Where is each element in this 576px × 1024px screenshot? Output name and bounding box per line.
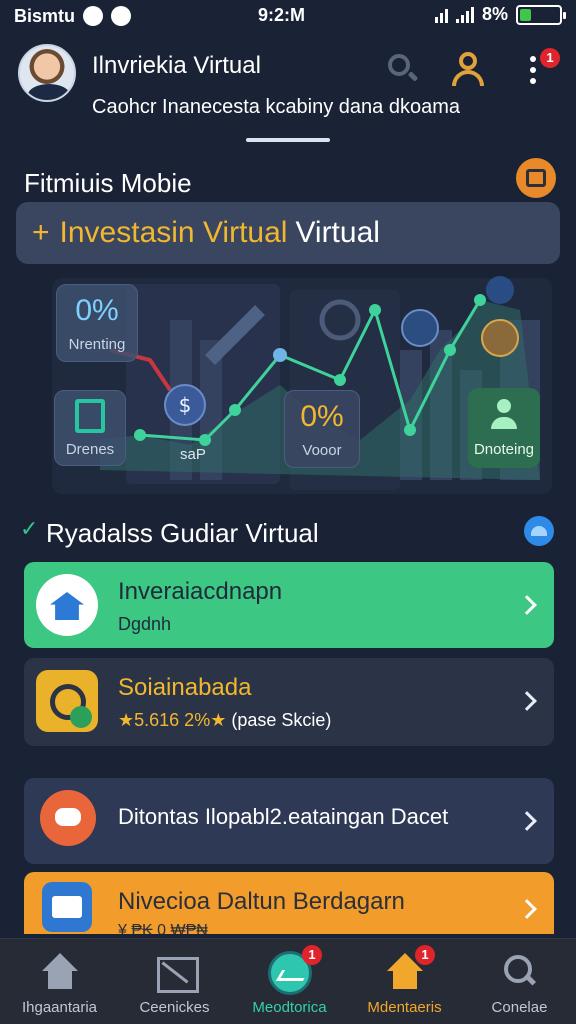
carrier-label: Bismtu bbox=[14, 5, 76, 26]
stat-tile-vooor: 0% Vooor bbox=[284, 390, 360, 468]
nav-monitor-badge: 1 bbox=[302, 945, 322, 965]
card-nivecioa[interactable]: Nivecioa Daltun Berdagarn ¥ ₱₭ 0 ₩₱₦ bbox=[24, 872, 554, 934]
nav-mentors-badge: 1 bbox=[415, 945, 435, 965]
header-divider bbox=[246, 138, 330, 142]
page-subtitle: Caohcr Inanecesta kcabiny dana dkoama bbox=[92, 96, 461, 118]
search-icon[interactable] bbox=[384, 50, 420, 86]
nav-item-services[interactable]: Ceenickes bbox=[117, 939, 232, 1024]
section-title-main: Fitmiuis Mobie bbox=[24, 168, 192, 198]
search-icon bbox=[498, 951, 542, 995]
card-investasi[interactable]: Inveraiacdnapn Dgdnh bbox=[24, 562, 554, 648]
notification-badge: 1 bbox=[540, 48, 560, 68]
stat-tile-dnoteing-label: Dnoteing bbox=[473, 440, 535, 458]
stat-tile-dnoteing: Dnoteing bbox=[468, 388, 540, 468]
envelope-icon bbox=[153, 951, 199, 995]
investment-illustration: $ 0% Nrenting Drenes saP 0% Vooor Dnotei… bbox=[40, 270, 560, 500]
stat-tile-drenes-label: Drenes bbox=[65, 440, 115, 458]
nav-item-monitor[interactable]: 1 Meodtorica bbox=[232, 939, 347, 1024]
chevron-right-icon bbox=[517, 595, 537, 615]
card-investasi-sub: Dgdnh bbox=[118, 614, 172, 634]
stat-tile-drenes: Drenes bbox=[54, 390, 126, 466]
nav-item-mentors[interactable]: 1 Mdentaeris bbox=[347, 939, 462, 1024]
card-rating[interactable]: Soiainabada ★5.616 2%★ (pase Skcie) bbox=[24, 658, 554, 746]
stat-tile-renting-value: 0% bbox=[75, 293, 119, 327]
info-icon[interactable] bbox=[524, 516, 554, 546]
card-rating-value: ★5.616 2%★ bbox=[118, 710, 227, 730]
card-nivecioa-sub: ¥ ₱₭ 0 ₩₱₦ bbox=[118, 922, 208, 934]
plus-icon: + bbox=[32, 216, 50, 249]
clock: 9:2:M bbox=[258, 5, 306, 25]
document-icon bbox=[42, 882, 92, 932]
invest-banner-accent: Investasin Virtual bbox=[59, 216, 288, 249]
status-bar: Bismtu 9:2:M 8% bbox=[0, 0, 576, 32]
check-icon: ✓ bbox=[20, 516, 39, 541]
battery-percent: 8% bbox=[481, 4, 508, 24]
nav-item-search[interactable]: Conelae bbox=[462, 939, 576, 1024]
svg-text:$: $ bbox=[179, 393, 192, 417]
battery-icon bbox=[516, 4, 566, 25]
wifi-icon bbox=[434, 7, 448, 23]
chart-glyph-icon bbox=[75, 398, 105, 433]
stat-tile-vooor-label: Vooor bbox=[302, 441, 342, 459]
person-icon bbox=[489, 398, 519, 433]
card-nivecioa-title: Nivecioa Daltun Berdagarn bbox=[118, 888, 405, 915]
stat-tile-renting-label: Nrenting bbox=[68, 335, 126, 353]
chat-icon bbox=[111, 6, 132, 26]
target-icon bbox=[36, 670, 98, 732]
bottom-nav: Ihgaantaria Ceenickes 1 Meodtorica 1 Mde… bbox=[0, 938, 576, 1024]
nav-item-mentors-label: Mdentaeris bbox=[367, 999, 442, 1016]
card-ditontas-title: Ditontas Ilopabl2.eataingan Dacet bbox=[118, 804, 449, 829]
signal-icon bbox=[455, 6, 474, 23]
chevron-right-icon bbox=[517, 811, 537, 831]
nav-item-search-label: Conelae bbox=[491, 999, 548, 1016]
invest-banner[interactable]: + Investasin Virtual Virtual bbox=[16, 202, 560, 264]
page-title: Ilnvriekia Virtual bbox=[92, 52, 261, 79]
nav-item-monitor-label: Meodtorica bbox=[252, 999, 327, 1016]
nav-item-home[interactable]: Ihgaantaria bbox=[2, 939, 117, 1024]
calendar-icon[interactable] bbox=[516, 158, 556, 198]
notification-icon bbox=[83, 6, 104, 26]
card-rating-detail: ★5.616 2%★ (pase Skcie) bbox=[118, 710, 331, 731]
card-investasi-title: Inveraiacdnapn bbox=[118, 578, 283, 605]
nav-item-home-label: Ihgaantaria bbox=[21, 999, 98, 1016]
house-icon bbox=[36, 574, 98, 636]
chevron-right-icon bbox=[517, 691, 537, 711]
section-title-guide: Ryadalss Gudiar Virtual bbox=[46, 518, 319, 548]
card-ditontas[interactable]: Ditontas Ilopabl2.eataingan Dacet bbox=[24, 778, 554, 864]
chevron-right-icon bbox=[517, 899, 537, 919]
home-icon bbox=[38, 951, 82, 995]
card-rating-sub: (pase Skcie) bbox=[231, 710, 332, 730]
avatar[interactable] bbox=[18, 44, 76, 102]
stat-tile-vooor-value: 0% bbox=[300, 399, 344, 433]
stat-tile-renting: 0% Nrenting bbox=[56, 284, 138, 362]
nav-item-services-label: Ceenickes bbox=[139, 999, 210, 1016]
app-header: Ilnvriekia Virtual Caohcr Inanecesta kca… bbox=[0, 40, 576, 140]
profile-icon[interactable] bbox=[450, 50, 486, 86]
card-rating-title: Soiainabada bbox=[118, 674, 252, 701]
invest-banner-label: Virtual bbox=[295, 216, 380, 249]
chat-bubble-icon bbox=[40, 790, 96, 846]
coin-label: saP bbox=[180, 446, 206, 463]
